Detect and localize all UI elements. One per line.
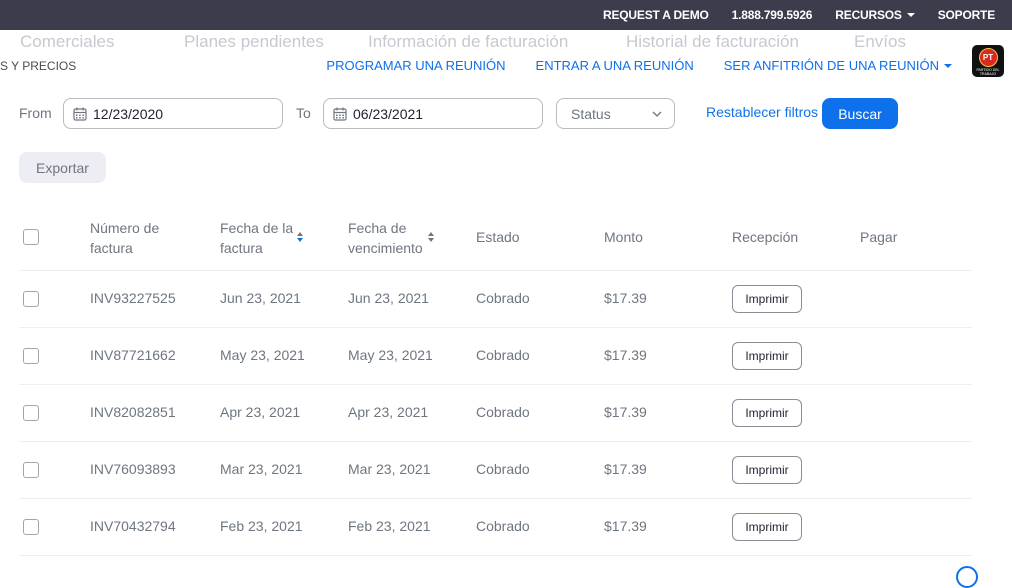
to-date-value: 06/23/2021 <box>353 105 424 122</box>
table-header: Número de factura Fecha de la factura Fe… <box>19 204 972 271</box>
status-text: Cobrado <box>476 290 530 306</box>
resources-menu[interactable]: RECURSOS <box>835 8 915 22</box>
invoice-number[interactable]: INV82082851 <box>90 404 176 420</box>
from-date-value: 12/23/2020 <box>93 105 164 122</box>
request-demo-link[interactable]: REQUEST A DEMO <box>603 8 709 22</box>
header-line: vencimiento <box>348 240 423 256</box>
table-row: INV82082851 Apr 23, 2021 Apr 23, 2021 Co… <box>19 385 972 442</box>
amount: $17.39 <box>604 518 647 534</box>
header-amount: Monto <box>604 229 643 245</box>
ghost-tab: Envíos <box>854 32 906 51</box>
header-line: Fecha de la <box>220 220 294 236</box>
table-row: INV93227525 Jun 23, 2021 Jun 23, 2021 Co… <box>19 271 972 328</box>
status-text: Cobrado <box>476 518 530 534</box>
meeting-links: PROGRAMAR UNA REUNIÓN ENTRAR A UNA REUNI… <box>296 58 952 73</box>
support-link[interactable]: SOPORTE <box>938 8 995 22</box>
help-chat-button[interactable] <box>956 566 978 588</box>
calendar-icon <box>333 107 347 121</box>
table-row: INV70432794 Feb 23, 2021 Feb 23, 2021 Co… <box>19 499 972 556</box>
invoice-table: Número de factura Fecha de la factura Fe… <box>19 204 972 556</box>
join-meeting-link[interactable]: ENTRAR A UNA REUNIÓN <box>536 58 694 73</box>
resources-label: RECURSOS <box>835 8 902 22</box>
invoice-date: Feb 23, 2021 <box>220 518 303 534</box>
invoice-date: Mar 23, 2021 <box>220 461 303 477</box>
table-row: INV87721662 May 23, 2021 May 23, 2021 Co… <box>19 328 972 385</box>
print-button[interactable]: Imprimir <box>732 456 802 484</box>
invoice-number[interactable]: INV70432794 <box>90 518 176 534</box>
header-line: factura <box>220 240 263 256</box>
row-checkbox[interactable] <box>23 462 39 478</box>
sort-icon[interactable] <box>428 232 434 242</box>
due-date: Apr 23, 2021 <box>348 404 429 420</box>
reset-filters-link[interactable]: Restablecer filtros <box>706 104 818 120</box>
invoice-number[interactable]: INV76093893 <box>90 461 176 477</box>
header-line: Fecha de <box>348 220 407 236</box>
header-pay: Pagar <box>860 229 898 245</box>
print-button[interactable]: Imprimir <box>732 399 802 427</box>
header-invoice-date[interactable]: Fecha de la factura <box>220 218 293 258</box>
invoice-date: Jun 23, 2021 <box>220 290 301 306</box>
ghost-tab: Planes pendientes <box>184 32 324 51</box>
select-all-checkbox[interactable] <box>23 229 39 245</box>
header-invoice-number: Número de factura <box>90 218 159 258</box>
ghost-tab: Comerciales <box>20 32 115 51</box>
ghost-tab: Historial de facturación <box>626 32 799 51</box>
export-button[interactable]: Exportar <box>19 152 106 183</box>
top-utility-bar: REQUEST A DEMO 1.888.799.5926 RECURSOS S… <box>0 0 1012 30</box>
header-status: Estado <box>476 229 520 245</box>
chevron-down-icon <box>652 111 662 117</box>
status-text: Cobrado <box>476 347 530 363</box>
host-meeting-menu[interactable]: SER ANFITRIÓN DE UNA REUNIÓN <box>724 58 952 73</box>
status-text: Cobrado <box>476 404 530 420</box>
sort-icon[interactable] <box>297 232 303 242</box>
plans-pricing-link[interactable]: S Y PRECIOS <box>0 59 76 73</box>
amount: $17.39 <box>604 404 647 420</box>
row-checkbox[interactable] <box>23 348 39 364</box>
avatar-logo: PT <box>978 48 998 67</box>
status-text: Cobrado <box>476 461 530 477</box>
due-date: Feb 23, 2021 <box>348 518 431 534</box>
from-label: From <box>19 105 52 121</box>
print-button[interactable]: Imprimir <box>732 513 802 541</box>
row-checkbox[interactable] <box>23 519 39 535</box>
from-date-field[interactable]: 12/23/2020 <box>63 98 283 129</box>
due-date: May 23, 2021 <box>348 347 433 363</box>
status-select-value: Status <box>571 105 611 122</box>
calendar-icon <box>73 107 87 121</box>
to-date-field[interactable]: 06/23/2021 <box>323 98 543 129</box>
row-checkbox[interactable] <box>23 405 39 421</box>
invoice-number[interactable]: INV87721662 <box>90 347 176 363</box>
amount: $17.39 <box>604 461 647 477</box>
search-button[interactable]: Buscar <box>822 98 898 129</box>
table-row: INV76093893 Mar 23, 2021 Mar 23, 2021 Co… <box>19 442 972 499</box>
host-meeting-label: SER ANFITRIÓN DE UNA REUNIÓN <box>723 58 939 73</box>
row-checkbox[interactable] <box>23 291 39 307</box>
main-navbar: Comerciales Planes pendientes Informació… <box>0 30 1012 96</box>
phone-number-link[interactable]: 1.888.799.5926 <box>732 8 813 22</box>
invoice-date: May 23, 2021 <box>220 347 305 363</box>
avatar-logo-subtext: PARTIDO DEL TRABAJO <box>976 68 1000 76</box>
schedule-meeting-link[interactable]: PROGRAMAR UNA REUNIÓN <box>326 58 505 73</box>
avatar[interactable]: PT PARTIDO DEL TRABAJO <box>972 45 1004 77</box>
print-button[interactable]: Imprimir <box>732 285 802 313</box>
chevron-down-icon <box>906 13 915 17</box>
header-line: factura <box>90 240 133 256</box>
header-due-date[interactable]: Fecha de vencimiento <box>348 218 423 258</box>
ghost-tab-strip: Comerciales Planes pendientes Informació… <box>0 32 970 54</box>
amount: $17.39 <box>604 347 647 363</box>
header-line: Número de <box>90 220 160 236</box>
invoice-date: Apr 23, 2021 <box>220 404 301 420</box>
invoice-number[interactable]: INV93227525 <box>90 290 176 306</box>
header-receipt: Recepción <box>732 229 799 245</box>
due-date: Jun 23, 2021 <box>348 290 429 306</box>
to-label: To <box>296 105 311 121</box>
ghost-tab: Información de facturación <box>368 32 569 51</box>
status-select[interactable]: Status <box>556 98 675 129</box>
amount: $17.39 <box>604 290 647 306</box>
chevron-down-icon <box>944 63 952 68</box>
due-date: Mar 23, 2021 <box>348 461 431 477</box>
print-button[interactable]: Imprimir <box>732 342 802 370</box>
